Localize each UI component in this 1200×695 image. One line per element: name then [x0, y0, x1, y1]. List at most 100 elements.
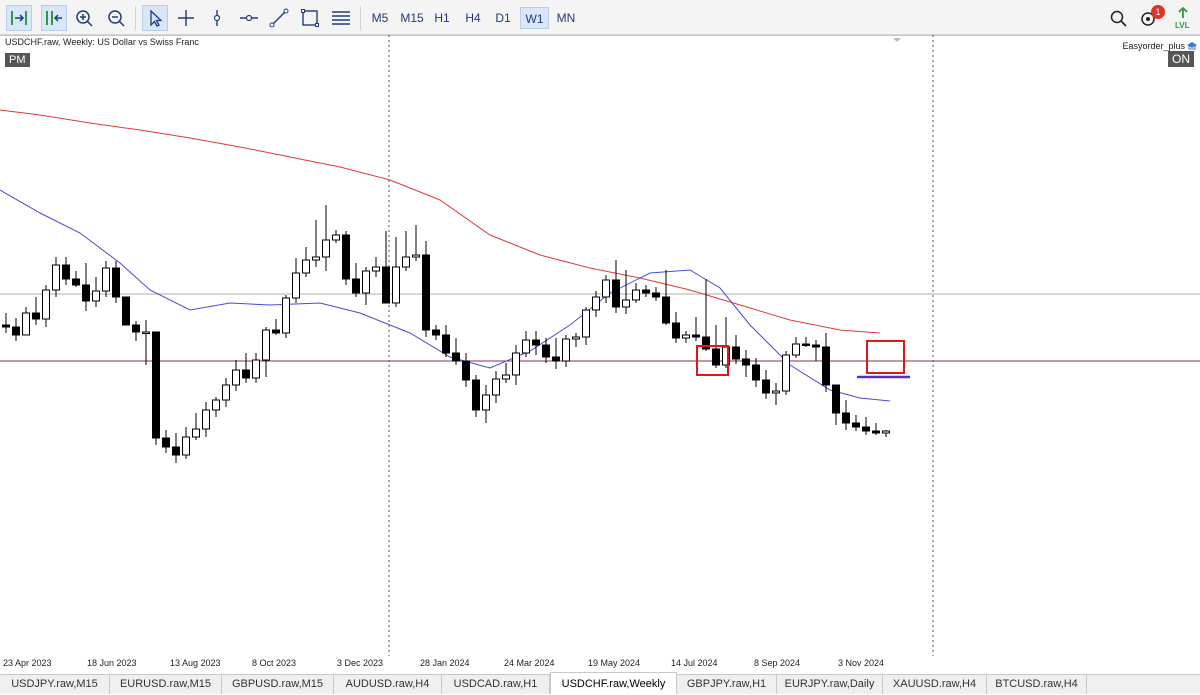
time-label: 18 Jun 2023	[87, 658, 137, 668]
chart-tab[interactable]: EURJPY.raw,Daily	[777, 675, 883, 694]
pm-badge: PM	[5, 53, 30, 67]
candle-bearish	[112, 267, 120, 298]
candle-bearish	[172, 446, 180, 456]
timeframe-m5[interactable]: M5	[367, 7, 393, 29]
chart-shift-icon	[46, 11, 62, 25]
chart-tab[interactable]: GBPUSD.raw,M15	[222, 675, 334, 694]
candle-bearish	[62, 264, 70, 280]
timeframe-d1[interactable]: D1	[491, 7, 515, 29]
timeframe-mn[interactable]: MN	[552, 7, 580, 29]
horizontal-line-button[interactable]	[236, 5, 262, 31]
crosshair-icon	[178, 10, 194, 26]
candle-bullish	[292, 272, 300, 299]
zoom-out-button[interactable]	[103, 5, 129, 31]
candle-bullish	[302, 259, 310, 274]
candle-bullish	[312, 256, 320, 261]
crosshair-button[interactable]	[173, 5, 199, 31]
candle-bullish	[572, 336, 580, 340]
candle-bullish	[482, 394, 490, 411]
cursor-button[interactable]	[142, 5, 168, 31]
candle-bearish	[352, 278, 360, 294]
vertical-line-button[interactable]	[204, 5, 230, 31]
candle-bullish	[682, 334, 690, 339]
time-label: 8 Oct 2023	[252, 658, 297, 668]
candle-bearish	[382, 266, 390, 304]
chart-tab[interactable]: EURUSD.raw,M15	[110, 675, 222, 694]
candle-bullish	[782, 354, 790, 392]
chart-tab[interactable]: AUDUSD.raw,H4	[334, 675, 442, 694]
rectangle-button[interactable]	[297, 5, 323, 31]
candle-bearish	[462, 360, 470, 381]
candle-bullish	[22, 312, 30, 336]
zoom-in-button[interactable]	[71, 5, 97, 31]
candle-bullish	[252, 359, 260, 379]
horizontal-line-icon	[240, 14, 258, 22]
expert-advisor-status[interactable]: ON	[1168, 51, 1194, 67]
candle-bullish	[792, 343, 800, 356]
candle-bullish	[222, 384, 230, 401]
chart-tab[interactable]: USDJPY.raw,M15	[0, 675, 110, 694]
fibonacci-icon	[332, 11, 350, 25]
timeframe-m15[interactable]: M15	[397, 7, 427, 29]
candle-bullish	[182, 436, 190, 456]
time-label: 14 Jul 2024	[671, 658, 718, 668]
vertical-line-icon	[213, 10, 221, 26]
candle-bearish	[432, 329, 440, 336]
candle-bullish	[562, 338, 570, 362]
chart-area[interactable]: USDCHF.raw, Weekly: US Dollar vs Swiss F…	[0, 35, 1200, 656]
candle-bearish	[422, 254, 430, 331]
candle-bullish	[322, 239, 330, 258]
chart-tabs-bar: USDJPY.raw,M15 EURUSD.raw,M15 GBPUSD.raw…	[0, 672, 1200, 694]
trendline-button[interactable]	[266, 5, 292, 31]
trendline-icon	[269, 8, 289, 28]
chart-tab[interactable]: USDCAD.raw,H1	[442, 675, 550, 694]
chart-shift-marker[interactable]	[893, 38, 901, 42]
search-button[interactable]	[1106, 5, 1132, 31]
candle-bullish	[202, 409, 210, 430]
chart-shift-button[interactable]	[41, 5, 67, 31]
candle-bullish	[502, 374, 510, 380]
candle-bearish	[152, 331, 160, 439]
rectangle-icon	[301, 9, 319, 27]
candle-bullish	[362, 270, 370, 294]
candle-bearish	[842, 412, 850, 424]
time-label: 3 Nov 2024	[838, 658, 885, 668]
candle-bullish	[92, 290, 100, 302]
candles-group	[2, 205, 890, 463]
chart-autoscroll-button[interactable]	[6, 5, 32, 31]
highlight-box[interactable]	[866, 340, 905, 374]
candle-bearish	[862, 426, 870, 432]
candle-bullish	[592, 296, 600, 311]
timeframe-h1[interactable]: H1	[430, 7, 454, 29]
signal-level-button[interactable]: LVL	[1170, 5, 1196, 31]
price-chart[interactable]	[0, 35, 1200, 656]
candle-bullish	[492, 378, 500, 396]
time-label: 8 Sep 2024	[754, 658, 801, 668]
candle-bearish	[612, 279, 620, 308]
candle-bearish	[812, 344, 820, 348]
candle-bearish	[752, 364, 760, 381]
chart-tab[interactable]: XAUUSD.raw,H4	[883, 675, 987, 694]
chart-tab[interactable]: BTCUSD.raw,H4	[987, 675, 1087, 694]
candle-bearish	[672, 322, 680, 339]
candle-bullish	[882, 430, 890, 434]
expert-advisor-hat-icon	[1187, 42, 1197, 50]
candle-bullish	[522, 339, 530, 354]
candle-bullish	[282, 297, 290, 334]
timeframe-h4[interactable]: H4	[461, 7, 485, 29]
candle-bearish	[762, 379, 770, 394]
fibonacci-button[interactable]	[328, 5, 354, 31]
candle-bullish	[372, 266, 380, 272]
zoom-out-icon	[108, 10, 125, 27]
candle-bullish	[212, 399, 220, 411]
candle-bullish	[232, 369, 240, 386]
candle-bearish	[452, 352, 460, 362]
candle-bullish	[192, 428, 200, 438]
chart-tab[interactable]: GBPJPY.raw,H1	[677, 675, 777, 694]
candle-bearish	[82, 284, 90, 302]
timeframe-w1[interactable]: W1	[520, 7, 549, 29]
candle-bearish	[702, 336, 710, 350]
toolbar-separator	[360, 6, 361, 30]
candle-bullish	[392, 266, 400, 304]
chart-tab-active[interactable]: USDCHF.raw,Weekly	[550, 672, 677, 694]
